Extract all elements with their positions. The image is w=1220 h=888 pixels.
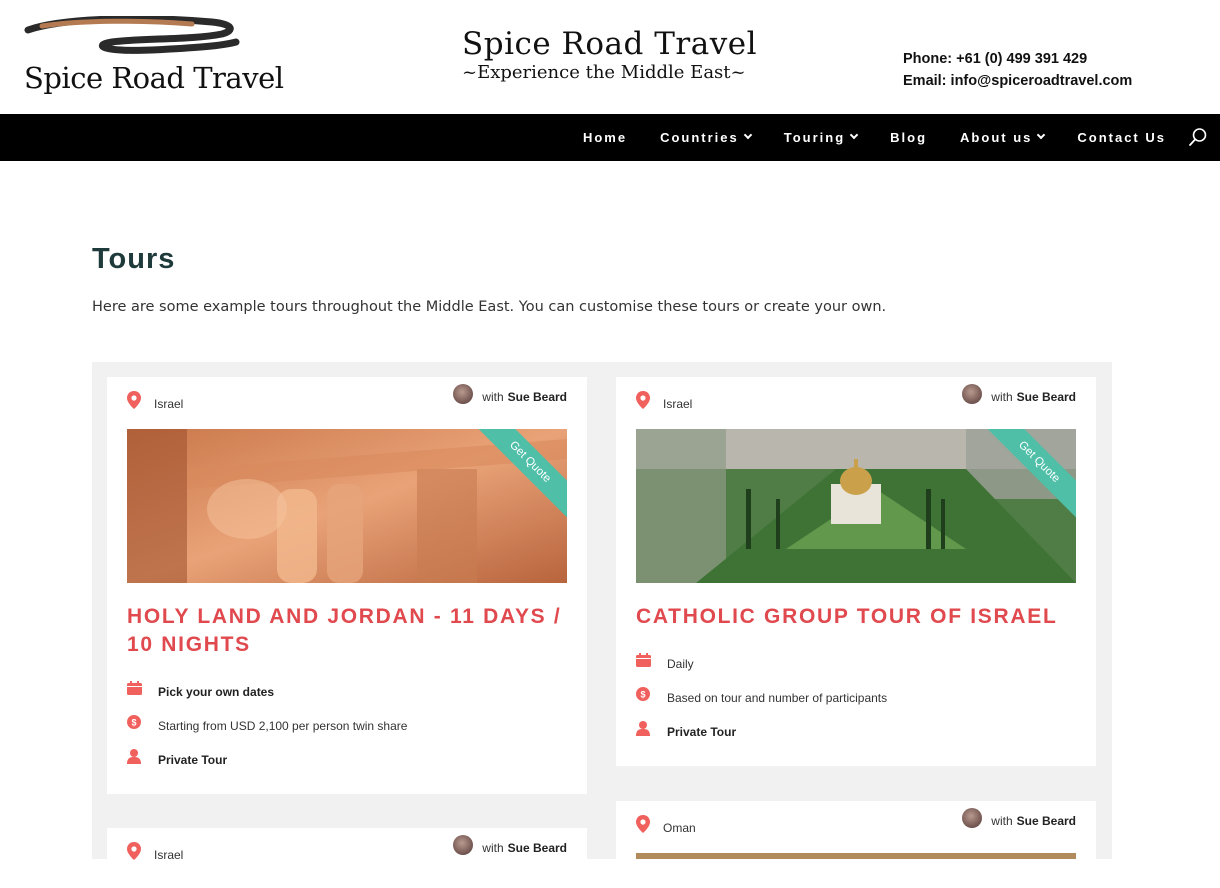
chevron-down-icon — [849, 130, 859, 140]
search-icon[interactable] — [1188, 127, 1208, 147]
tour-card: Israel with Sue Beard Get Quote HOLY LAND… — [107, 377, 587, 794]
tour-guide[interactable]: with Sue Beard — [453, 384, 567, 404]
tour-guide[interactable]: with Sue Beard — [453, 835, 567, 855]
calendar-icon — [636, 653, 651, 667]
guide-name: Sue Beard — [1016, 390, 1076, 404]
tour-dates-text: Pick your own dates — [158, 685, 275, 699]
tour-country[interactable]: Israel — [154, 397, 183, 411]
page-title: Tours — [92, 243, 176, 275]
tour-dates-text: Daily — [667, 657, 694, 671]
tour-meta: Israel with Sue Beard — [107, 828, 587, 880]
guide-prefix: with — [482, 390, 504, 404]
site-logo[interactable]: Spice Road Travel — [22, 16, 284, 100]
contact-info: Phone: +61 (0) 499 391 429 Email: info@s… — [903, 48, 1132, 92]
tagline-subtitle: ~Experience the Middle East~ — [462, 62, 746, 83]
tour-type-text: Private Tour — [158, 753, 228, 767]
nav-item-home[interactable]: Home — [583, 130, 627, 145]
avatar — [453, 384, 474, 404]
tour-country[interactable]: Israel — [154, 848, 183, 862]
nav-label: Home — [582, 130, 628, 145]
avatar — [962, 384, 983, 404]
tour-image[interactable] — [636, 853, 1076, 859]
tour-price-text: Based on tour and number of participants — [667, 691, 888, 705]
map-pin-icon — [636, 391, 650, 409]
tour-guide[interactable]: with Sue Beard — [962, 808, 1076, 828]
guide-prefix: with — [991, 390, 1013, 404]
email-text[interactable]: Email: info@spiceroadtravel.com — [903, 70, 1132, 92]
tour-title[interactable]: CATHOLIC GROUP TOUR OF ISRAEL — [636, 603, 1076, 631]
tour-dates: Daily — [636, 643, 1076, 677]
guide-prefix: with — [991, 814, 1013, 828]
nav-item-about-us[interactable]: About us — [960, 130, 1046, 145]
tour-card: Israel with Sue Beard — [107, 828, 587, 888]
tour-image[interactable]: Get Quote — [636, 429, 1076, 583]
nav-item-blog[interactable]: Blog — [890, 130, 927, 145]
nav-label: Blog — [890, 130, 928, 145]
tour-image[interactable]: Get Quote — [127, 429, 567, 583]
guide-prefix: with — [482, 841, 504, 855]
tagline-logo: Spice Road Travel ~Experience the Middle… — [462, 26, 757, 83]
user-icon — [636, 721, 650, 736]
tour-meta: Oman with Sue Beard — [616, 801, 1096, 853]
avatar — [453, 835, 474, 855]
guide-name: Sue Beard — [507, 390, 567, 404]
tour-card: Oman with Sue Beard — [616, 801, 1096, 881]
main-navbar: Home Countries Touring Blog About us Con… — [0, 114, 1220, 161]
site-header: Spice Road Travel Spice Road Travel ~Exp… — [0, 0, 1220, 114]
tour-meta: Israel with Sue Beard — [616, 377, 1096, 429]
map-pin-icon — [127, 842, 141, 860]
tour-price: $ Based on tour and number of participan… — [636, 677, 1076, 711]
phone-text[interactable]: Phone: +61 (0) 499 391 429 — [903, 48, 1132, 70]
user-icon — [127, 749, 141, 764]
avatar — [962, 808, 983, 828]
tour-type: Private Tour — [127, 739, 567, 773]
tour-country[interactable]: Israel — [663, 397, 692, 411]
guide-name: Sue Beard — [507, 841, 567, 855]
tour-dates: Pick your own dates — [127, 671, 567, 705]
dollar-icon: $ — [127, 715, 141, 729]
nav-label: Countries — [660, 130, 739, 145]
nav-label: Contact Us — [1077, 130, 1166, 145]
chevron-down-icon — [743, 130, 752, 140]
nav-menu: Home Countries Touring Blog About us Con… — [550, 114, 1166, 161]
dollar-icon: $ — [636, 687, 650, 701]
chevron-down-icon — [1037, 130, 1046, 140]
tour-title[interactable]: HOLY LAND AND JORDAN - 11 DAYS / 10 NIGH… — [127, 603, 567, 659]
tour-price-text: Starting from USD 2,100 per person twin … — [158, 719, 408, 733]
tour-type: Private Tour — [636, 711, 1076, 745]
logo-text: Spice Road Travel — [24, 61, 284, 95]
map-pin-icon — [127, 391, 141, 409]
guide-name: Sue Beard — [1016, 814, 1076, 828]
nav-item-touring[interactable]: Touring — [783, 130, 859, 145]
tour-meta: Israel with Sue Beard — [107, 377, 587, 429]
map-pin-icon — [636, 815, 650, 833]
tour-guide[interactable]: with Sue Beard — [962, 384, 1076, 404]
svg-text:$: $ — [131, 718, 136, 728]
calendar-icon — [127, 681, 142, 695]
svg-text:$: $ — [640, 690, 645, 700]
tour-card: Israel with Sue Beard Get Quote CATHOLIC … — [616, 377, 1096, 766]
tagline-title: Spice Road Travel — [462, 26, 757, 62]
nav-label: About us — [960, 130, 1033, 145]
nav-label: Touring — [783, 130, 846, 145]
tour-price: $ Starting from USD 2,100 per person twi… — [127, 705, 567, 739]
nav-item-contact-us[interactable]: Contact Us — [1077, 130, 1166, 145]
nav-item-countries[interactable]: Countries — [660, 130, 752, 145]
tour-country[interactable]: Oman — [663, 821, 696, 835]
logo-swoosh-icon — [24, 16, 240, 54]
tour-type-text: Private Tour — [667, 725, 737, 739]
page-intro: Here are some example tours throughout t… — [92, 299, 887, 315]
